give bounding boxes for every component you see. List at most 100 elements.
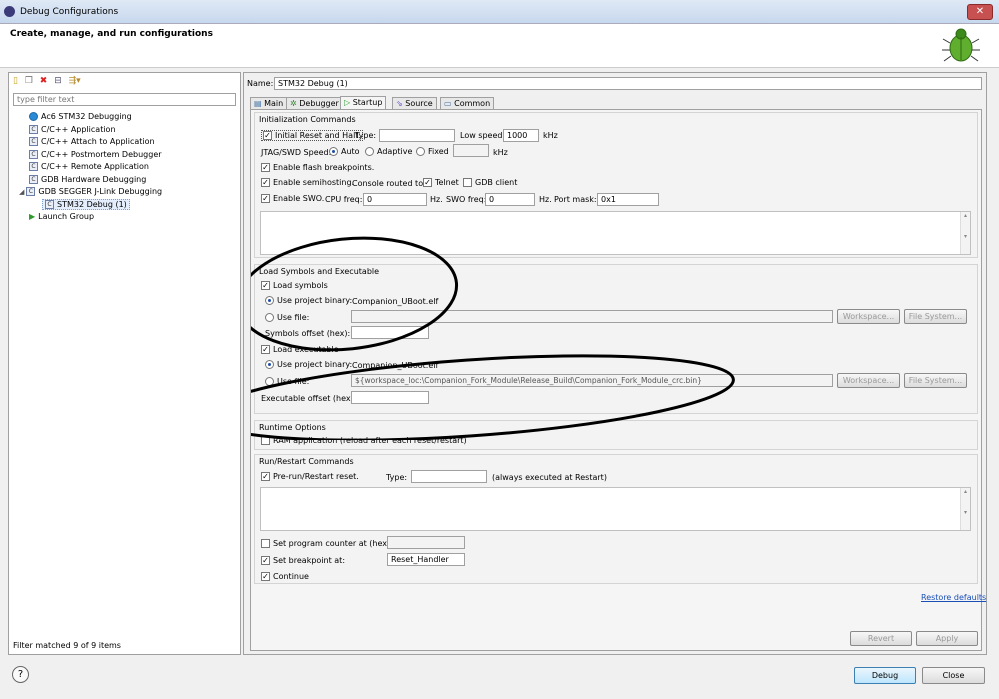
tree-label: STM32 Debug (1) xyxy=(57,200,127,209)
tab-common[interactable]: ▭ Common xyxy=(440,97,495,109)
telnet-checkbox[interactable]: ✓ Telnet xyxy=(423,178,459,187)
fixed-speed-input[interactable] xyxy=(453,144,489,157)
checkbox-box: ✓ xyxy=(263,131,272,140)
apply-button[interactable]: Apply xyxy=(916,631,978,646)
checkbox-label: Set breakpoint at: xyxy=(273,556,346,565)
low-speed-input[interactable]: 1000 xyxy=(503,129,539,142)
help-icon[interactable]: ? xyxy=(12,666,29,683)
swo-freq-label: SWO freq: xyxy=(446,195,487,204)
c-icon: C xyxy=(29,137,38,146)
checkbox-label: Set program counter at (hex): xyxy=(273,539,393,548)
tab-label: Common xyxy=(454,99,491,108)
tree-item-cpp-attach[interactable]: C C/C++ Attach to Application xyxy=(29,137,155,146)
tab-startup[interactable]: ▷ Startup xyxy=(340,96,387,109)
hz-label-2: Hz. xyxy=(539,195,552,204)
tree-item-stm32-debug[interactable]: C STM32 Debug (1) xyxy=(42,199,130,210)
filter-input[interactable]: type filter text xyxy=(13,93,236,106)
tree-item-cpp-postmortem[interactable]: C C/C++ Postmortem Debugger xyxy=(29,150,162,159)
tree-item-cpp-remote[interactable]: C C/C++ Remote Application xyxy=(29,162,149,171)
tab-label: Main xyxy=(264,99,284,108)
restore-defaults-link[interactable]: Restore defaults xyxy=(921,593,986,602)
run-commands-textarea[interactable]: ▴ ▾ xyxy=(260,487,971,531)
expand-arrow-icon[interactable]: ◢ xyxy=(19,188,24,196)
tab-source[interactable]: ⇘ Source xyxy=(392,97,437,109)
scrollbar[interactable]: ▴ ▾ xyxy=(960,212,970,254)
checkbox-box: ✓ xyxy=(261,472,270,481)
exe-file-input[interactable]: ${workspace_loc:\Companion_Fork_Module\R… xyxy=(351,374,833,387)
continue-checkbox[interactable]: ✓ Continue xyxy=(261,572,309,581)
tree-item-gdb-segger[interactable]: ◢ C GDB SEGGER J-Link Debugging xyxy=(19,187,162,196)
flash-breakpoints-checkbox[interactable]: ✓ Enable flash breakpoints. xyxy=(261,163,374,172)
tree-item-ac6[interactable]: Ac6 STM32 Debugging xyxy=(29,112,132,121)
init-commands-textarea[interactable]: ▴ ▾ xyxy=(260,211,971,255)
exe-filesystem-button[interactable]: File System... xyxy=(904,373,967,388)
pre-run-reset-checkbox[interactable]: ✓ Pre-run/Restart reset. xyxy=(261,472,359,481)
enable-swo-checkbox[interactable]: ✓ Enable SWO. xyxy=(261,194,324,203)
checkbox-label: Enable SWO. xyxy=(273,194,325,203)
tree-item-cpp-app[interactable]: C C/C++ Application xyxy=(29,125,116,134)
filter-icon[interactable]: ⇶▾ xyxy=(69,76,81,86)
symbols-file-input[interactable] xyxy=(351,310,833,323)
symbols-use-file-radio[interactable]: Use file: xyxy=(265,313,309,322)
load-executable-checkbox[interactable]: ✓ Load executable xyxy=(261,345,339,354)
swo-freq-input[interactable]: 0 xyxy=(485,193,535,206)
set-breakpoint-checkbox[interactable]: ✓ Set breakpoint at: xyxy=(261,556,345,565)
set-pc-checkbox[interactable]: Set program counter at (hex): xyxy=(261,539,393,548)
exe-binary-name: Companion_UBoot.elf xyxy=(352,361,439,370)
close-button[interactable]: Close xyxy=(922,667,985,684)
load-symbols-checkbox[interactable]: ✓ Load symbols xyxy=(261,281,328,290)
exe-offset-input[interactable] xyxy=(351,391,429,404)
set-pc-input[interactable] xyxy=(387,536,465,549)
tree-label: C/C++ Postmortem Debugger xyxy=(41,150,162,159)
debug-button[interactable]: Debug xyxy=(854,667,916,684)
symbols-offset-input[interactable] xyxy=(351,326,429,339)
ram-application-checkbox[interactable]: RAM application (reload after each reset… xyxy=(261,436,467,445)
collapse-all-icon[interactable]: ⊟ xyxy=(54,76,62,86)
tab-debugger[interactable]: ✲ Debugger xyxy=(286,97,343,109)
checkbox-box: ✓ xyxy=(261,163,270,172)
revert-button[interactable]: Revert xyxy=(850,631,912,646)
tab-label: Source xyxy=(405,99,433,108)
duplicate-icon[interactable]: ❐ xyxy=(25,76,33,86)
semihosting-checkbox[interactable]: ✓ Enable semihosting. xyxy=(261,178,354,187)
exe-workspace-button[interactable]: Workspace... xyxy=(837,373,900,388)
name-input[interactable]: STM32 Debug (1) xyxy=(274,77,982,90)
filter-status: Filter matched 9 of 9 items xyxy=(13,641,121,650)
speed-auto-radio[interactable]: Auto xyxy=(329,147,360,156)
symbols-filesystem-button[interactable]: File System... xyxy=(904,309,967,324)
reset-type-input[interactable] xyxy=(379,129,455,142)
checkbox-label: Enable flash breakpoints. xyxy=(273,163,375,172)
speed-adaptive-radio[interactable]: Adaptive xyxy=(365,147,412,156)
speed-fixed-radio[interactable]: Fixed xyxy=(416,147,449,156)
tree-item-launch-group[interactable]: ▶ Launch Group xyxy=(29,212,94,221)
symbols-project-binary-radio[interactable]: Use project binary: xyxy=(265,296,352,305)
pre-run-type-input[interactable] xyxy=(411,470,487,483)
scrollbar[interactable]: ▴ ▾ xyxy=(960,488,970,530)
run-restart-group: Run/Restart Commands ✓ Pre-run/Restart re… xyxy=(254,454,978,584)
bug-icon xyxy=(942,28,980,62)
cpu-freq-input[interactable]: 0 xyxy=(363,193,427,206)
breakpoint-input[interactable]: Reset_Handler xyxy=(387,553,465,566)
radio-label: Adaptive xyxy=(377,147,413,156)
radio-label: Fixed xyxy=(428,147,449,156)
name-label: Name: xyxy=(247,79,274,88)
radio-label: Use file: xyxy=(277,313,310,322)
tree-item-gdb-hardware[interactable]: C GDB Hardware Debugging xyxy=(29,175,146,184)
exe-use-file-radio[interactable]: Use file: xyxy=(265,377,309,386)
c-icon: C xyxy=(29,125,38,134)
delete-icon[interactable]: ✖ xyxy=(40,76,48,86)
symbols-offset-label: Symbols offset (hex): xyxy=(265,329,351,338)
checkbox-label: Load symbols xyxy=(273,281,328,290)
symbols-workspace-button[interactable]: Workspace... xyxy=(837,309,900,324)
new-config-icon[interactable]: ▯ xyxy=(13,76,18,86)
tab-main[interactable]: ▤ Main xyxy=(250,97,288,109)
exe-project-binary-radio[interactable]: Use project binary: xyxy=(265,360,352,369)
gdb-client-checkbox[interactable]: GDB client xyxy=(463,178,517,187)
reset-halt-checkbox[interactable]: ✓ Initial Reset and Halt. xyxy=(261,130,363,141)
radio-label: Auto xyxy=(341,147,360,156)
runtime-options-group: Runtime Options RAM application (reload … xyxy=(254,420,978,450)
group-title: Runtime Options xyxy=(259,423,326,432)
checkbox-label: Continue xyxy=(273,572,309,581)
port-mask-input[interactable]: 0x1 xyxy=(597,193,659,206)
close-window-button[interactable]: ✕ xyxy=(967,4,993,20)
